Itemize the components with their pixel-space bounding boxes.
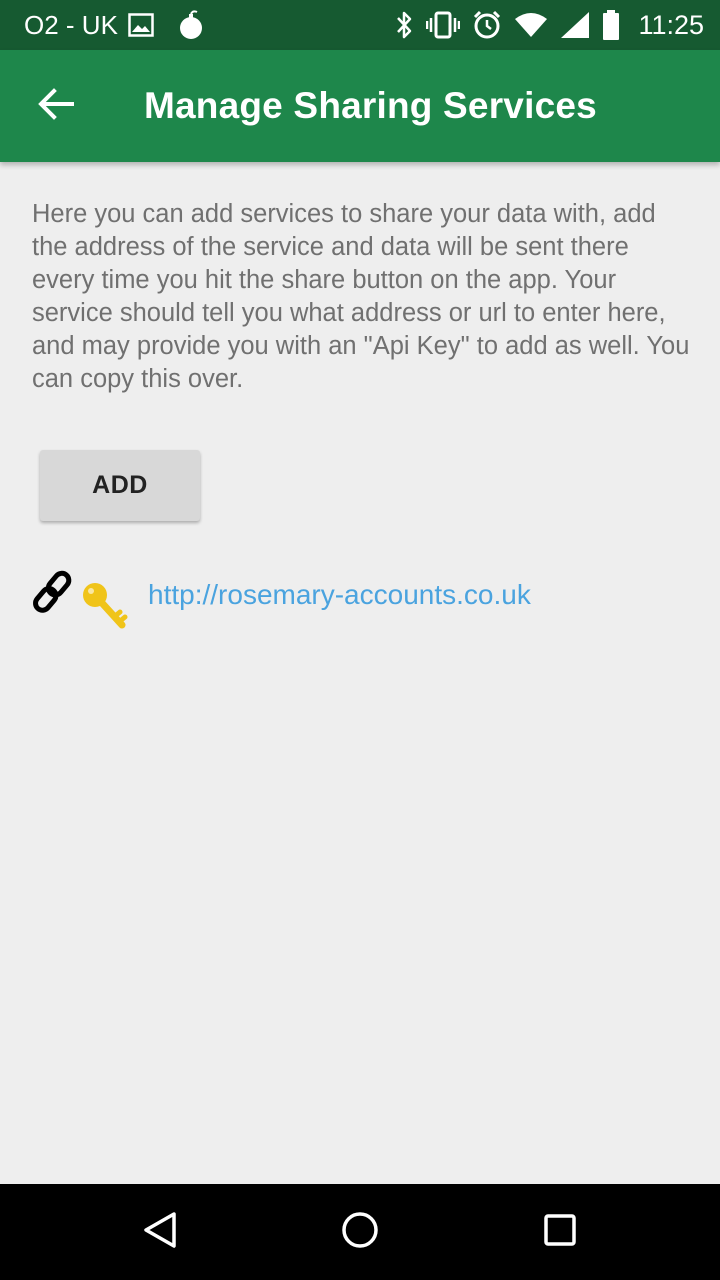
vibrate-icon [426, 11, 461, 39]
arrow-back-icon [38, 87, 74, 125]
service-url[interactable]: http://rosemary-accounts.co.uk [148, 579, 531, 611]
app-bar: Manage Sharing Services [0, 50, 720, 162]
recents-square-icon [540, 1210, 580, 1255]
back-triangle-icon [140, 1210, 180, 1255]
wifi-icon [514, 12, 548, 38]
link-key-icon [30, 569, 130, 633]
main-content: Here you can add services to share your … [0, 162, 720, 1184]
image-icon [128, 13, 154, 37]
page-title: Manage Sharing Services [144, 85, 597, 126]
service-list-item[interactable]: http://rosemary-accounts.co.uk [30, 566, 690, 636]
signal-icon [560, 11, 590, 39]
alarm-icon [472, 10, 502, 40]
bluetooth-icon [394, 10, 414, 40]
description-text: Here you can add services to share your … [32, 200, 690, 393]
nav-recents-button[interactable] [510, 1184, 610, 1280]
add-service-button[interactable]: ADD [40, 450, 200, 521]
clock-label: 11:25 [638, 9, 704, 40]
status-bar: O2 - UK 11:25 [0, 0, 720, 50]
carrier-label: O2 - UK [24, 9, 118, 40]
navigation-bar [0, 1184, 720, 1280]
nav-home-button[interactable] [310, 1184, 410, 1280]
home-circle-icon [340, 1210, 380, 1255]
battery-icon [602, 10, 620, 40]
status-left: O2 - UK [24, 10, 204, 41]
bomb-icon [178, 10, 204, 40]
nav-back-button[interactable] [110, 1184, 210, 1280]
back-button[interactable] [0, 50, 112, 162]
status-right: 11:25 [394, 10, 704, 41]
